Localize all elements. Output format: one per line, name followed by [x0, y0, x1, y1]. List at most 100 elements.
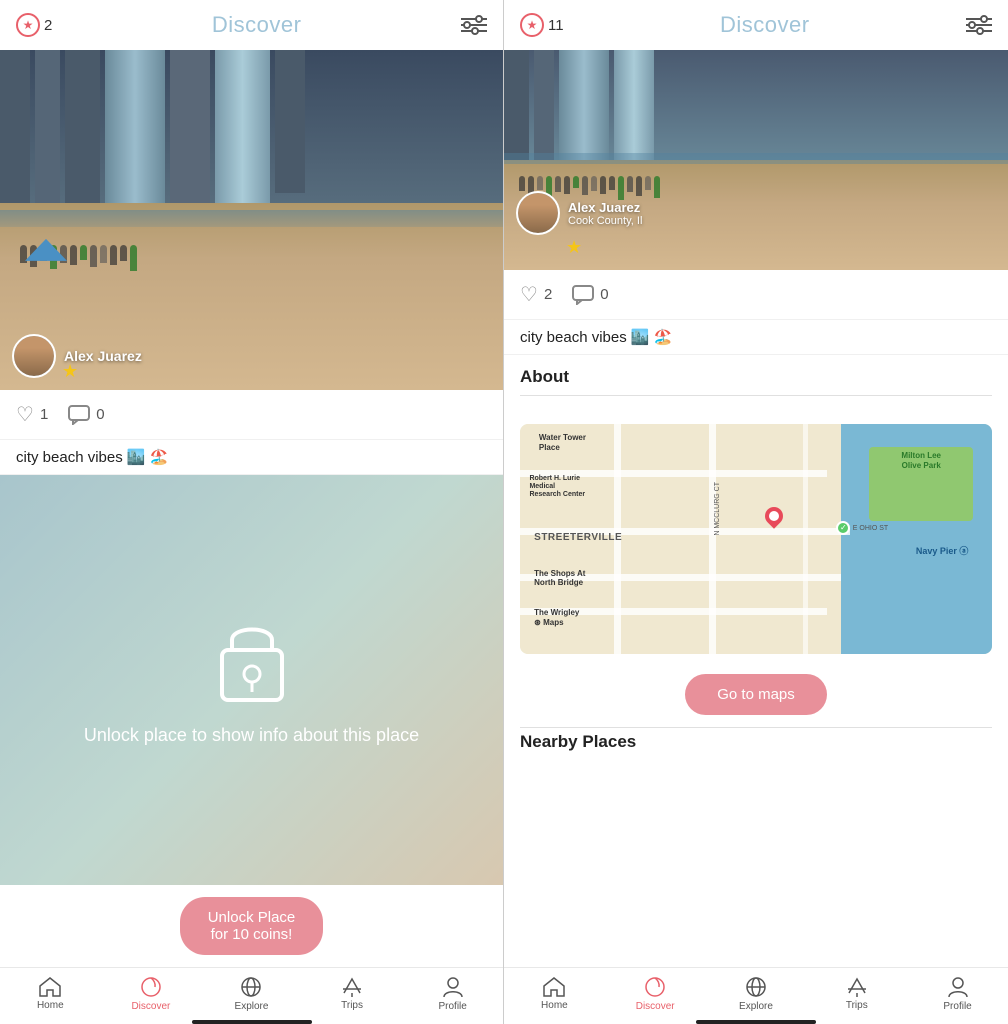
map-road-v3 — [803, 424, 808, 654]
nav-profile-label-left: Profile — [438, 1001, 466, 1012]
right-content: Alex Juarez Cook County, Il ★ ♡ 2 0 — [504, 50, 1008, 967]
about-divider — [520, 395, 992, 396]
nav-discover-left[interactable]: Discover — [121, 976, 181, 1012]
avatar-overlay-right: Alex Juarez Cook County, Il ★ — [516, 191, 642, 258]
heart-icon-left: ♡ — [16, 402, 34, 427]
bottom-nav-right: Home Discover Explore Trips Profile — [504, 967, 1008, 1016]
about-title: About — [520, 367, 992, 387]
map-background: Milton LeeOlive Park Water TowerPlace Ro… — [520, 424, 992, 654]
filter-icon-left[interactable] — [461, 15, 487, 35]
home-icon-left — [39, 977, 61, 997]
home-indicator-right — [696, 1020, 816, 1024]
profile-icon-left — [443, 976, 463, 998]
left-header-title: Discover — [212, 12, 302, 38]
star-rating-left: ★ — [62, 361, 78, 382]
go-to-maps-button[interactable]: Go to maps — [685, 674, 827, 715]
map-road-v2 — [709, 424, 716, 654]
nav-discover-right[interactable]: Discover — [625, 976, 685, 1012]
map-pin — [765, 507, 783, 529]
map-green-dot: ✓ — [836, 521, 850, 535]
nav-discover-label-left: Discover — [131, 1001, 170, 1012]
heart-icon-right: ♡ — [520, 282, 538, 307]
nav-explore-label-left: Explore — [235, 1001, 269, 1012]
filter-icon-right[interactable] — [966, 15, 992, 35]
likes-count-left: 1 — [40, 406, 48, 423]
star-icon-left: ★ — [16, 13, 40, 37]
post-caption-left: city beach vibes 🏙️ 🏖️ — [0, 440, 503, 475]
go-to-maps-container: Go to maps — [504, 662, 1008, 727]
right-screen: ★ 11 Discover — [504, 0, 1008, 1024]
map-park-label: Milton LeeOlive Park — [869, 447, 973, 474]
map-label-wrigley: The Wrigley⊛ Maps — [534, 608, 579, 627]
nearby-title: Nearby Places — [504, 728, 1008, 760]
nav-discover-label-right: Discover — [636, 1001, 675, 1012]
comments-right[interactable]: 0 — [572, 285, 608, 305]
comment-icon-left — [68, 405, 90, 425]
nav-trips-left[interactable]: Trips — [322, 977, 382, 1011]
nav-trips-label-right: Trips — [846, 1000, 868, 1011]
comments-left[interactable]: 0 — [68, 405, 104, 425]
discover-icon-left — [140, 976, 162, 998]
comments-count-right: 0 — [600, 286, 608, 303]
nav-home-label-left: Home — [37, 1000, 64, 1011]
comments-count-left: 0 — [96, 406, 104, 423]
unlock-btn-container: Unlock Placefor 10 coins! — [0, 885, 503, 967]
explore-icon-right — [745, 976, 767, 998]
nav-trips-label-left: Trips — [341, 1000, 363, 1011]
likes-count-right: 2 — [544, 286, 552, 303]
post-image-right: Alex Juarez Cook County, Il ★ — [504, 50, 1008, 270]
bottom-nav-left: Home Discover Explore Trips Profile — [0, 967, 503, 1016]
left-header: ★ 2 Discover — [0, 0, 503, 50]
map-label-shops: The Shops AtNorth Bridge — [534, 569, 585, 588]
profile-icon-right — [948, 976, 968, 998]
unlock-button[interactable]: Unlock Placefor 10 coins! — [180, 897, 324, 955]
star-rating-right: ★ — [566, 237, 642, 258]
trips-icon-right — [846, 977, 868, 997]
trips-icon-left — [341, 977, 363, 997]
avatar-left — [12, 334, 56, 378]
about-section: About — [504, 355, 1008, 416]
post-image-left: Alex Juarez ★ — [0, 50, 503, 390]
home-indicator-left — [192, 1020, 312, 1024]
post-stats-left: ♡ 1 0 — [0, 390, 503, 440]
coins-count-right: 11 — [548, 17, 564, 34]
comment-icon-right — [572, 285, 594, 305]
nav-profile-label-right: Profile — [943, 1001, 971, 1012]
locked-content-left: Unlock place to show info about this pla… — [0, 475, 503, 885]
map-label-water-tower: Water TowerPlace — [539, 433, 586, 452]
nav-home-left[interactable]: Home — [20, 977, 80, 1011]
left-screen: ★ 2 Discover — [0, 0, 504, 1024]
post-stats-right: ♡ 2 0 — [504, 270, 1008, 320]
nav-profile-left[interactable]: Profile — [423, 976, 483, 1012]
map-label-navy: Navy Pier ⓐ — [916, 544, 969, 557]
avatar-right — [516, 191, 560, 235]
right-header: ★ 11 Discover — [504, 0, 1008, 50]
nav-home-label-right: Home — [541, 1000, 568, 1011]
locked-text-left: Unlock place to show info about this pla… — [64, 723, 439, 748]
nav-profile-right[interactable]: Profile — [928, 976, 988, 1012]
nav-home-right[interactable]: Home — [524, 977, 584, 1011]
likes-left[interactable]: ♡ 1 — [16, 402, 48, 427]
nav-trips-right[interactable]: Trips — [827, 977, 887, 1011]
map-container[interactable]: Milton LeeOlive Park Water TowerPlace Ro… — [520, 424, 992, 654]
author-name-right: Alex Juarez — [568, 200, 642, 215]
coins-badge-left[interactable]: ★ 2 — [16, 13, 52, 37]
nav-explore-left[interactable]: Explore — [221, 976, 281, 1012]
map-label-lurie: Robert H. LurieMedicalResearch Center — [529, 475, 585, 500]
map-label-streeterville: STREETERVILLE — [534, 532, 622, 543]
map-label-ohio: E OHIO ST — [853, 525, 888, 532]
likes-right[interactable]: ♡ 2 — [520, 282, 552, 307]
coins-count-left: 2 — [44, 17, 52, 34]
right-header-title: Discover — [720, 12, 810, 38]
nav-explore-right[interactable]: Explore — [726, 976, 786, 1012]
location-right: Cook County, Il — [568, 215, 642, 227]
star-icon-right: ★ — [520, 13, 544, 37]
post-caption-right: city beach vibes 🏙️ 🏖️ — [504, 320, 1008, 355]
explore-icon-left — [240, 976, 262, 998]
nav-explore-label-right: Explore — [739, 1001, 773, 1012]
home-icon-right — [543, 977, 565, 997]
discover-icon-right — [644, 976, 666, 998]
map-road-n-mcclurg: N MCCLURG CT — [714, 482, 721, 536]
coins-badge-right[interactable]: ★ 11 — [520, 13, 564, 37]
lock-icon-left — [212, 612, 292, 707]
